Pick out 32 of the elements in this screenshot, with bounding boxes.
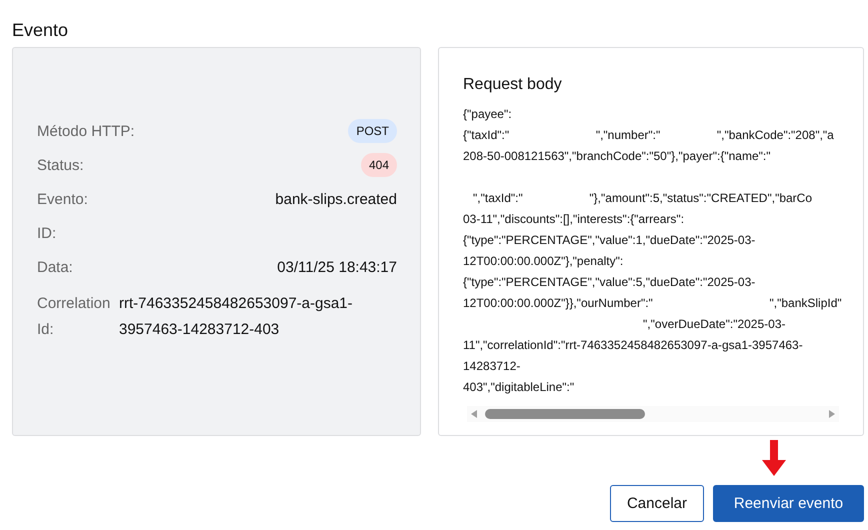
cancel-button[interactable]: Cancelar — [610, 485, 704, 522]
code-line: ","overDueDate":"2025-03- — [642, 316, 786, 333]
field-value: rrt-7463352458482653097-a-gsa1-3957463-14283712-403 — [119, 294, 354, 340]
field-label: Método HTTP: — [37, 122, 135, 140]
code-line: 14283712- — [463, 358, 522, 375]
code-line: {"type":"PERCENTAGE","value":1,"dueDate":"2025-03- — [463, 232, 756, 249]
field-label: Status: — [37, 156, 84, 174]
code-line: {"type":"PERCENTAGE","value":5,"dueDate":"2025-03- — [463, 274, 756, 291]
field-badge: POST — [348, 119, 397, 143]
panel-title: Request body — [463, 76, 563, 94]
code-line: 208-50-008121563","branchCode":"50"},"payer":{"name":" — [463, 148, 772, 165]
code-line: ","taxId":" "},"amount":5,"status":"CREATED","barCo — [472, 190, 814, 207]
field-value: 03/11/25 18:43:17 — [277, 258, 397, 276]
code-line: 12T00:00:00.000Z"},"penalty": — [463, 253, 624, 270]
code-line: 11","correlationId":"rrt-7463352458482653097-a-gsa1-3957463- — [463, 337, 804, 354]
pointer-arrow-icon — [762, 440, 786, 476]
page-title: Evento — [12, 20, 70, 41]
resend-button[interactable]: Reenviar evento — [713, 485, 864, 522]
field-label: Evento: — [37, 190, 88, 208]
scroll-right-icon[interactable] — [829, 410, 835, 418]
field-label: ID: — [37, 224, 56, 242]
code-line: {"taxId":" ","number":" ","bankCode":"208","a — [463, 127, 835, 144]
field-badge: 404 — [360, 153, 397, 177]
scrollbar[interactable] — [467, 406, 839, 422]
code-line: {"payee": — [463, 106, 513, 123]
field-value: bank-slips.created — [275, 190, 397, 208]
code-line: 12T00:00:00.000Z"}},"ourNumber":" ","bankSlipId" — [463, 295, 843, 312]
scroll-left-icon[interactable] — [471, 410, 477, 418]
field-label: Data: — [37, 258, 73, 276]
code-line: 403","digitableLine":" — [463, 379, 576, 396]
field-label: Correlation Id: — [37, 294, 112, 340]
code-line: 03-11","discounts":[],"interests":{"arrears": — [463, 211, 686, 228]
